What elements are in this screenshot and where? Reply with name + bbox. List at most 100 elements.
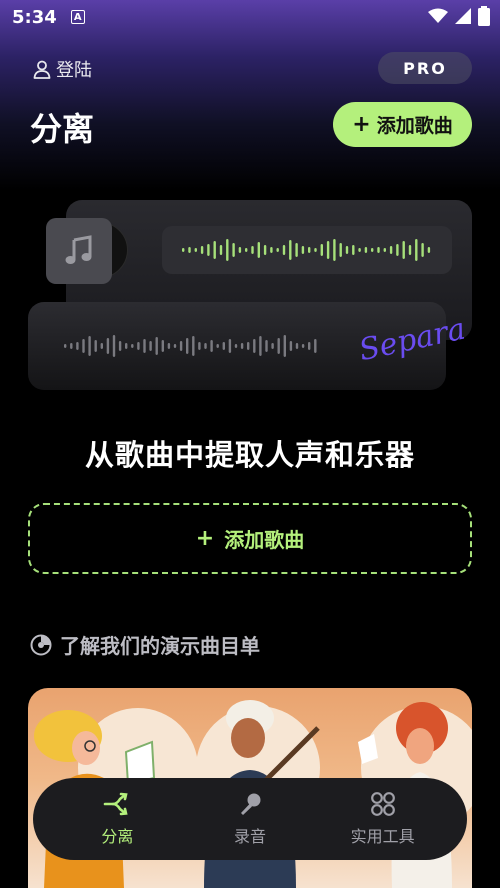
waveform-bar: [377, 247, 380, 253]
waveform-bar: [389, 246, 393, 254]
waveform-bar: [192, 336, 195, 356]
nav-item-separate[interactable]: 分离: [67, 791, 167, 847]
waveform-bar: [210, 340, 213, 352]
plus-icon: +: [352, 111, 371, 137]
waveform-bar: [137, 342, 140, 350]
waveform-bar: [308, 247, 311, 253]
status-icons: [428, 6, 490, 26]
waveform-bar: [161, 340, 164, 352]
waveform-bar: [301, 246, 305, 254]
notification-a-icon: A: [70, 10, 85, 24]
bottom-navigation: 分离 录音 实用工具: [33, 778, 467, 860]
add-song-dropzone-label: 添加歌曲: [224, 528, 305, 552]
waveform-bar: [222, 342, 225, 350]
waveform-bar: [289, 240, 292, 260]
user-icon: [33, 60, 51, 79]
waveform-bar: [383, 248, 386, 252]
waveform-bar: [112, 335, 116, 357]
waveform-bar: [143, 339, 146, 353]
waveform-bar: [118, 341, 122, 351]
waveform-bar: [415, 239, 418, 261]
green-waveform: [182, 239, 431, 261]
signal-icon: [455, 8, 471, 24]
waveform-bar: [186, 338, 189, 354]
nav-label-tools: 实用工具: [350, 827, 415, 846]
waveform-bar: [76, 342, 79, 350]
demo-playlist-label: 了解我们的演示曲目单: [60, 634, 260, 658]
waveform-bar: [263, 245, 267, 255]
waveform-bar: [396, 244, 399, 256]
waveform-bar: [276, 248, 279, 252]
waveform-bar: [301, 344, 305, 348]
nav-item-tools[interactable]: 实用工具: [333, 791, 433, 847]
waveform-bar: [173, 344, 177, 348]
waveform-bar: [179, 341, 183, 351]
waveform-bar: [240, 343, 244, 349]
pro-badge[interactable]: PRO: [378, 52, 472, 84]
waveform-bar: [182, 248, 185, 252]
waveform-bar: [352, 245, 355, 255]
waveform-bar: [345, 246, 349, 254]
waveform-bar: [282, 245, 286, 255]
headline: 从歌曲中提取人声和乐器: [84, 438, 415, 472]
waveform-bar: [265, 340, 268, 352]
waveform-bar: [94, 340, 97, 352]
waveform-bar: [421, 243, 424, 257]
svg-text:Separate: Separate: [356, 306, 464, 368]
split-icon: [104, 792, 128, 816]
disc-icon: [30, 634, 52, 655]
waveform-bar: [82, 339, 85, 353]
plus-icon: +: [195, 525, 215, 551]
waveform-bar: [125, 343, 128, 349]
waveform-bar: [204, 343, 207, 349]
tools-grid-icon: [370, 792, 395, 816]
waveform-bar: [207, 244, 210, 256]
waveform-bar: [88, 336, 91, 356]
waveform-bar: [155, 337, 158, 355]
waveform-bar: [238, 247, 242, 253]
gray-waveform: [64, 335, 317, 357]
waveform-bar: [253, 339, 256, 353]
waveform-bar: [149, 341, 152, 351]
waveform-bar: [232, 243, 235, 257]
waveform-bar: [245, 248, 248, 252]
waveform-bar: [200, 246, 204, 254]
waveform-bar: [257, 242, 260, 258]
waveform-bar: [198, 342, 201, 350]
nav-label-separate: 分离: [101, 827, 134, 846]
login-link[interactable]: 登陆: [32, 56, 92, 82]
battery-icon: [478, 6, 490, 26]
waveform-bar: [402, 241, 405, 259]
waveform-bar: [251, 246, 254, 254]
waveform-bar: [131, 344, 134, 348]
waveform-bar: [271, 343, 274, 349]
waveform-bar: [213, 241, 216, 259]
waveform-bar: [247, 342, 250, 350]
waveform-bar: [289, 341, 293, 351]
waveform-bar: [64, 344, 67, 348]
status-time: 5:34: [12, 6, 57, 28]
add-song-dropzone[interactable]: + 添加歌曲: [28, 503, 472, 574]
demo-playlist-link[interactable]: 了解我们的演示曲目单: [30, 630, 260, 659]
add-song-button-label: 添加歌曲: [376, 115, 453, 137]
waveform-bar: [277, 338, 280, 354]
waveform-bar: [427, 247, 431, 253]
waveform-bar: [194, 248, 197, 252]
add-song-button[interactable]: + 添加歌曲: [333, 102, 472, 147]
waveform-bar: [358, 248, 361, 252]
waveform-bar: [234, 344, 238, 348]
waveform-bar: [326, 241, 330, 259]
page-title: 分离: [30, 110, 95, 148]
waveform-panel-vocals: [162, 226, 452, 274]
waveform-bar: [188, 247, 191, 253]
waveform-bar: [100, 343, 103, 349]
waveform-bar: [314, 248, 317, 252]
waveform-bar: [320, 244, 323, 256]
music-note-tile: [46, 218, 112, 284]
waveform-bar: [364, 247, 368, 253]
waveform-bar: [106, 338, 110, 354]
waveform-bar: [283, 335, 286, 357]
waveform-bar: [228, 339, 232, 353]
nav-item-record[interactable]: 录音: [200, 791, 300, 847]
waveform-bar: [408, 245, 412, 255]
